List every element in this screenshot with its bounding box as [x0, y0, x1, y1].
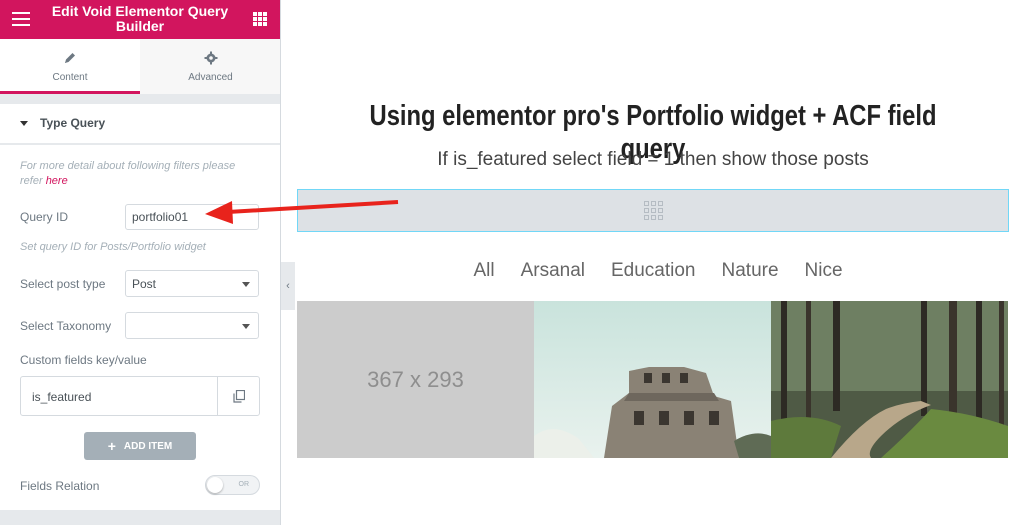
- panel-footer-strip: [0, 510, 280, 525]
- portfolio-gallery: 367 x 293: [297, 301, 1008, 458]
- portfolio-item-building-photo[interactable]: [534, 301, 771, 458]
- building-photo: [534, 301, 771, 458]
- portfolio-item-forest-photo[interactable]: [771, 301, 1008, 458]
- page-subheading: If is_featured select field = 1 then sho…: [437, 149, 869, 170]
- post-type-label: Select post type: [20, 277, 106, 291]
- widget-placeholder[interactable]: [297, 189, 1009, 232]
- add-item-label: ADD ITEM: [123, 440, 173, 452]
- post-type-value: Post: [132, 277, 157, 291]
- post-type-select[interactable]: Post: [125, 270, 259, 297]
- taxonomy-select[interactable]: [125, 312, 259, 339]
- filter-all[interactable]: All: [473, 260, 494, 282]
- plus-icon: +: [107, 438, 116, 454]
- fields-relation-toggle[interactable]: OR: [205, 475, 260, 495]
- chevron-down-icon: [242, 324, 250, 329]
- collapse-panel-button[interactable]: ‹: [281, 262, 295, 310]
- editor-root: Edit Void Elementor Query Builder Conten…: [0, 0, 1024, 525]
- custom-field-value: is_featured: [32, 390, 92, 404]
- query-id-label: Query ID: [20, 210, 69, 224]
- hamburger-menu-icon[interactable]: [12, 12, 30, 26]
- panel-title: Edit Void Elementor Query Builder: [51, 3, 229, 34]
- toggle-text: OR: [238, 481, 250, 488]
- section-body: For more detail about following filters …: [0, 145, 280, 510]
- filter-arsanal[interactable]: Arsanal: [521, 260, 585, 282]
- chevron-left-icon: ‹: [286, 280, 290, 292]
- panel-header: Edit Void Elementor Query Builder: [0, 0, 280, 39]
- caret-down-icon: [20, 121, 28, 126]
- fields-relation-label: Fields Relation: [20, 479, 100, 493]
- section-type-query[interactable]: Type Query: [0, 104, 280, 144]
- duplicate-icon[interactable]: [217, 377, 259, 415]
- tab-content-label: Content: [52, 72, 88, 83]
- portfolio-filter-bar: All Arsanal Education Nature Nice: [297, 260, 1019, 282]
- portfolio-item-placeholder[interactable]: 367 x 293: [297, 301, 534, 458]
- custom-field-item[interactable]: is_featured: [20, 376, 260, 416]
- custom-fields-label: Custom fields key/value: [20, 353, 147, 367]
- tab-advanced[interactable]: Advanced: [140, 39, 280, 94]
- filter-education[interactable]: Education: [611, 260, 696, 282]
- section-title: Type Query: [40, 116, 106, 130]
- help-note: For more detail about following filters …: [20, 159, 260, 189]
- forest-photo: [771, 301, 1008, 458]
- add-item-button[interactable]: + ADD ITEM: [84, 432, 196, 460]
- query-id-input[interactable]: portfolio01: [125, 204, 259, 230]
- editor-panel: Edit Void Elementor Query Builder Conten…: [0, 0, 281, 525]
- tab-advanced-label: Advanced: [188, 72, 233, 83]
- taxonomy-label: Select Taxonomy: [20, 319, 112, 333]
- placeholder-size-text: 367 x 293: [367, 366, 464, 392]
- widget-grid-icon: [643, 201, 663, 220]
- chevron-down-icon: [242, 282, 250, 287]
- preview-area: Using elementor pro's Portfolio widget +…: [297, 0, 1024, 525]
- filter-nice[interactable]: Nice: [805, 260, 843, 282]
- gear-icon: [140, 51, 280, 67]
- tab-content[interactable]: Content: [0, 39, 140, 94]
- toggle-knob: [207, 477, 223, 493]
- query-id-hint: Set query ID for Posts/Portfolio widget: [20, 241, 206, 253]
- filter-nature[interactable]: Nature: [722, 260, 779, 282]
- panel-tabs: Content Advanced: [0, 39, 280, 94]
- widgets-grid-icon[interactable]: [253, 12, 267, 26]
- help-link[interactable]: here: [46, 175, 68, 187]
- pencil-icon: [0, 51, 140, 67]
